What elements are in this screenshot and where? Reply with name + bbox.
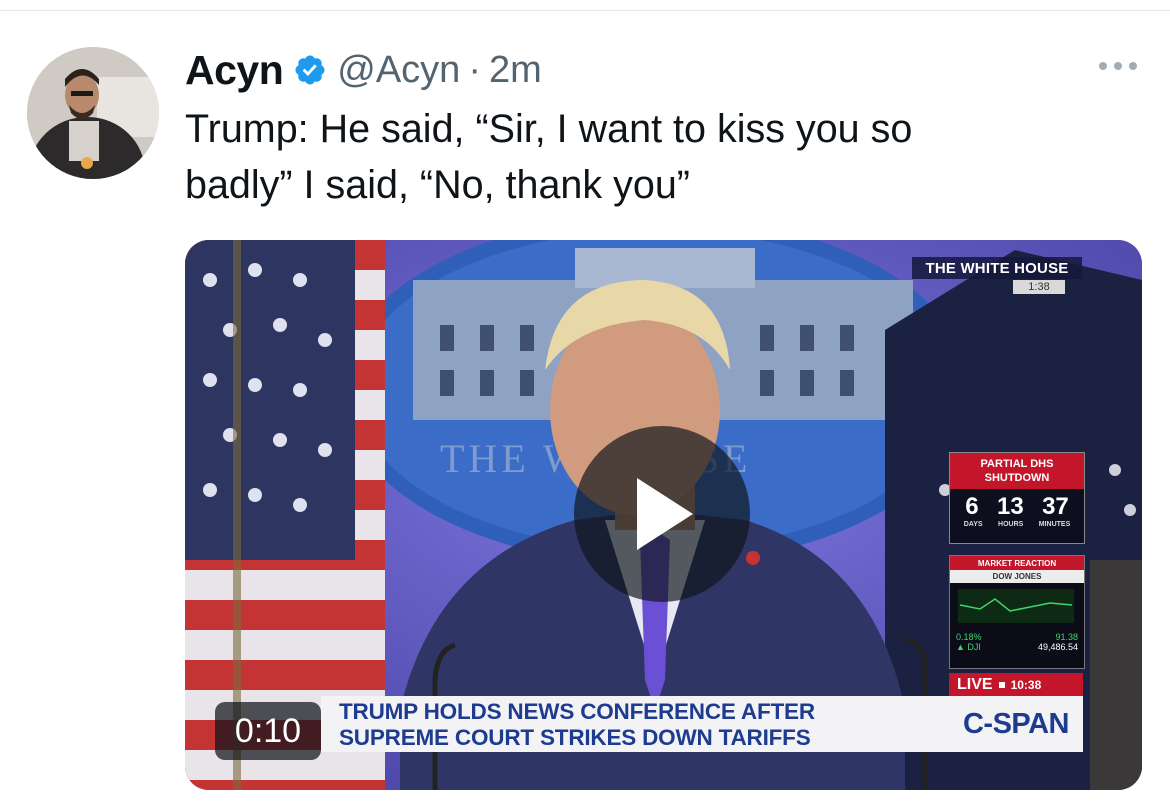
tweet-text-line-2: badly” I said, “No, thank you” xyxy=(185,163,690,207)
display-name[interactable]: Acyn xyxy=(185,47,284,94)
live-label: LIVE xyxy=(957,676,993,693)
countdown-days: 6 xyxy=(965,493,979,520)
verified-badge-icon xyxy=(295,55,325,85)
more-horizontal-icon[interactable] xyxy=(1094,56,1142,76)
live-indicator-icon xyxy=(998,682,1005,688)
network-time: 1:38 xyxy=(1013,280,1065,294)
countdown-minutes: 37 xyxy=(1042,493,1069,520)
top-divider xyxy=(0,10,1170,11)
handle[interactable]: @Acyn xyxy=(337,49,460,92)
shutdown-counter: PARTIAL DHS SHUTDOWN 6 13 37 DAYS HOURS … xyxy=(949,452,1085,544)
shutdown-title: PARTIAL DHS SHUTDOWN xyxy=(950,453,1084,489)
tweet-text: Trump: He said, “Sir, I want to kiss you… xyxy=(185,101,1085,213)
tweet-author-line: Acyn @Acyn · 2m xyxy=(185,44,542,96)
live-bar: LIVE 10:38 xyxy=(949,673,1083,697)
chyron-line-2: SUPREME COURT STRIKES DOWN TARIFFS xyxy=(339,725,811,750)
chyron-line-1: TRUMP HOLDS NEWS CONFERENCE AFTER xyxy=(339,699,815,724)
play-icon xyxy=(637,478,693,550)
market-title: MARKET REACTION xyxy=(950,556,1084,570)
tweet-text-line-1: Trump: He said, “Sir, I want to kiss you… xyxy=(185,107,913,151)
market-points: 91.38 xyxy=(1055,632,1078,642)
news-chyron: TRUMP HOLDS NEWS CONFERENCE AFTER SUPREM… xyxy=(321,696,949,752)
video-duration: 0:10 xyxy=(215,702,321,760)
countdown-hours: 13 xyxy=(996,493,1024,520)
video-player[interactable]: THE W HOUSE THE WHITE HOUSE 1:38 xyxy=(185,240,1142,790)
countdown-minutes-unit: MINUTES xyxy=(1038,521,1071,528)
separator-dot: · xyxy=(468,48,481,91)
network-tag: THE WHITE HOUSE xyxy=(912,257,1082,279)
market-row-1: 0.18% 91.38 xyxy=(950,632,1084,642)
shutdown-title-line-1: PARTIAL DHS xyxy=(980,458,1054,470)
avatar[interactable] xyxy=(27,47,159,179)
countdown-hours-unit: HOURS xyxy=(998,521,1024,528)
market-change: 0.18% xyxy=(956,632,982,642)
live-time: 10:38 xyxy=(1010,678,1042,692)
timestamp[interactable]: 2m xyxy=(489,49,542,92)
play-button[interactable] xyxy=(574,426,750,602)
market-sparkline xyxy=(958,589,1074,623)
market-sub: DOW JONES xyxy=(950,570,1084,583)
market-reaction-box: MARKET REACTION DOW JONES 0.18% 91.38 ▲ … xyxy=(949,555,1085,669)
shutdown-title-line-2: SHUTDOWN xyxy=(984,472,1050,484)
countdown-values: 6 13 37 xyxy=(950,489,1084,521)
countdown-units: DAYS HOURS MINUTES xyxy=(950,521,1084,528)
market-row-2: ▲ DJI 49,486.54 xyxy=(950,642,1084,652)
network-logo: C-SPAN xyxy=(949,696,1083,752)
countdown-days-unit: DAYS xyxy=(963,521,983,528)
market-index: ▲ DJI xyxy=(956,642,981,652)
market-value: 49,486.54 xyxy=(1037,642,1078,652)
